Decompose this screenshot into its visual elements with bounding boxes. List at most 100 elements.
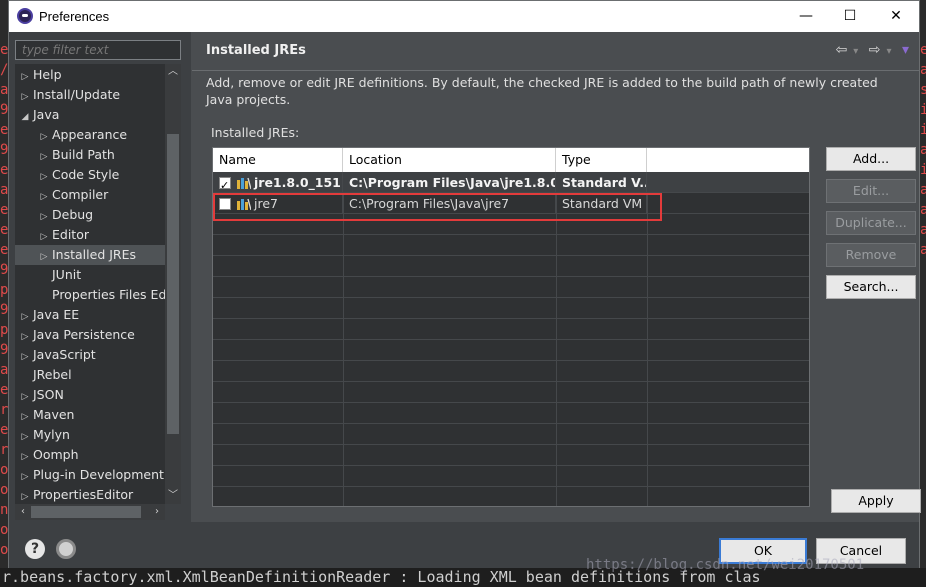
expand-icon[interactable]: ▷ xyxy=(36,247,52,267)
tree-item-javascript[interactable]: ▷ JavaScript xyxy=(17,345,96,365)
preferences-tree-panel: type filter text ▷ Help ▷ Install/Update ◢… xyxy=(9,32,191,522)
preferences-tree: ▷ Help ▷ Install/Update ◢ Java ▷ Appearance … xyxy=(15,64,165,504)
tree-item-mylyn[interactable]: ▷ Mylyn xyxy=(17,425,70,445)
table-row[interactable]: jre1.8.0_151 ... C:\Program Files\Java\j… xyxy=(213,172,809,193)
column-header-location[interactable]: Location xyxy=(343,148,556,172)
tree-horizontal-scrollbar[interactable]: ‹ › xyxy=(15,504,165,520)
tree-item-junit[interactable]: JUnit xyxy=(36,265,81,285)
tree-item-plugin-development[interactable]: ▷ Plug-in Development xyxy=(17,465,164,485)
tree-item-installed-jres[interactable]: ▷ Installed JREs xyxy=(15,245,165,265)
eclipse-icon xyxy=(17,8,33,24)
close-button[interactable]: ✕ xyxy=(873,1,919,32)
scroll-thumb[interactable] xyxy=(167,134,179,434)
scroll-up-icon[interactable]: ︿ xyxy=(165,64,181,80)
maximize-button[interactable]: ☐ xyxy=(827,1,873,32)
edit-button[interactable]: Edit... xyxy=(826,179,916,203)
tree-item-json[interactable]: ▷ JSON xyxy=(17,385,64,405)
expand-icon[interactable]: ▷ xyxy=(17,407,33,427)
table-row-empty xyxy=(213,466,809,487)
add-button[interactable]: Add... xyxy=(826,147,916,171)
scroll-left-icon[interactable]: ‹ xyxy=(15,504,31,520)
forward-icon[interactable]: ⇨ xyxy=(869,42,881,58)
forward-menu-icon[interactable]: ▾ xyxy=(886,46,891,57)
help-icon[interactable]: ? xyxy=(25,539,45,559)
table-row-empty xyxy=(213,277,809,298)
expand-icon[interactable]: ▷ xyxy=(17,427,33,447)
jre-checkbox[interactable] xyxy=(219,175,231,193)
tree-item-properties-files-editor[interactable]: Properties Files Ed xyxy=(36,285,165,305)
tree-vertical-scrollbar[interactable]: ︿ ﹀ xyxy=(165,64,181,504)
expand-icon[interactable]: ▷ xyxy=(17,387,33,407)
back-icon[interactable]: ⇦ xyxy=(836,42,848,58)
back-menu-icon[interactable]: ▾ xyxy=(853,46,858,57)
watermark: https://blog.csdn.net/wei20170501 xyxy=(586,557,865,573)
divider xyxy=(192,70,919,71)
expand-icon[interactable]: ▷ xyxy=(17,87,33,107)
table-row-empty xyxy=(213,256,809,277)
table-row-empty xyxy=(213,340,809,361)
collapse-icon[interactable]: ◢ xyxy=(17,107,33,127)
apply-button[interactable]: Apply xyxy=(831,489,921,513)
tree-item-properties-editor[interactable]: ▷ PropertiesEditor xyxy=(17,485,134,504)
expand-icon[interactable]: ▷ xyxy=(36,167,52,187)
tree-item-java-ee[interactable]: ▷ Java EE xyxy=(17,305,80,327)
expand-icon[interactable]: ▷ xyxy=(36,127,52,147)
table-row-empty xyxy=(213,445,809,466)
view-menu-icon[interactable]: ▾ xyxy=(902,42,909,58)
jre-library-icon xyxy=(237,177,251,189)
tree-item-compiler[interactable]: ▷ Compiler xyxy=(36,185,109,207)
minimize-button[interactable]: — xyxy=(783,1,829,32)
expand-icon[interactable]: ▷ xyxy=(17,347,33,367)
tree-item-editor[interactable]: ▷ Editor xyxy=(36,225,89,245)
tree-item-jrebel[interactable]: JRebel xyxy=(17,365,72,385)
table-row-empty xyxy=(213,382,809,403)
table-header: Name Location Type xyxy=(213,148,809,172)
tree-item-code-style[interactable]: ▷ Code Style xyxy=(36,165,120,187)
expand-icon[interactable]: ▷ xyxy=(17,307,33,327)
tree-item-oomph[interactable]: ▷ Oomph xyxy=(17,445,79,465)
page-title: Installed JREs xyxy=(206,43,306,58)
expand-icon[interactable]: ▷ xyxy=(36,207,52,227)
tree-item-java[interactable]: ◢ Java xyxy=(17,105,60,127)
jre-name: jre1.8.0_151 ... xyxy=(254,175,342,190)
remove-button[interactable]: Remove xyxy=(826,243,916,267)
table-row-empty xyxy=(213,298,809,319)
table-row-empty xyxy=(213,403,809,424)
title-bar: Preferences — ☐ ✕ xyxy=(9,1,919,32)
page-description: Add, remove or edit JRE definitions. By … xyxy=(206,75,878,107)
expand-icon[interactable]: ▷ xyxy=(17,447,33,467)
expand-icon[interactable]: ▷ xyxy=(17,67,33,87)
expand-icon[interactable]: ▷ xyxy=(17,467,33,487)
tree-item-java-persistence[interactable]: ▷ Java Persistence xyxy=(17,325,135,345)
scroll-thumb[interactable] xyxy=(31,506,141,518)
scroll-down-icon[interactable]: ﹀ xyxy=(165,488,181,504)
tree-item-debug[interactable]: ▷ Debug xyxy=(36,205,94,227)
preference-page: Installed JREs ⇦ ▾ ⇨ ▾ ▾ Add, remove or ed… xyxy=(192,32,921,522)
preferences-dialog: Preferences — ☐ ✕ type filter text ▷ Help… xyxy=(8,0,921,568)
scroll-right-icon[interactable]: › xyxy=(149,504,165,520)
expand-icon[interactable]: ▷ xyxy=(36,147,52,167)
column-header-type[interactable]: Type xyxy=(556,148,647,172)
tree-item-appearance[interactable]: ▷ Appearance xyxy=(36,125,128,147)
jre-type: Standard V... xyxy=(556,172,647,193)
tree-item-help[interactable]: ▷ Help xyxy=(17,65,62,85)
duplicate-button[interactable]: Duplicate... xyxy=(826,211,916,235)
tree-item-install-update[interactable]: ▷ Install/Update xyxy=(17,85,121,107)
column-header-name[interactable]: Name xyxy=(213,148,343,172)
table-row-empty xyxy=(213,424,809,445)
filter-input[interactable]: type filter text xyxy=(15,40,181,60)
page-navigation: ⇦ ▾ ⇨ ▾ ▾ xyxy=(830,42,909,58)
search-button[interactable]: Search... xyxy=(826,275,916,299)
import-export-icon[interactable] xyxy=(56,539,76,559)
expand-icon[interactable]: ▷ xyxy=(17,327,33,347)
annotation-highlight-box xyxy=(213,193,662,221)
console-fragment-right: easiiaiaaaa xyxy=(920,42,926,258)
expand-icon[interactable]: ▷ xyxy=(17,487,33,504)
table-row-empty xyxy=(213,319,809,340)
expand-icon[interactable]: ▷ xyxy=(36,187,52,207)
expand-icon[interactable]: ▷ xyxy=(36,227,52,247)
table-label: Installed JREs: xyxy=(211,125,300,140)
tree-item-maven[interactable]: ▷ Maven xyxy=(17,405,75,427)
tree-item-build-path[interactable]: ▷ Build Path xyxy=(36,145,115,165)
table-row-empty xyxy=(213,361,809,382)
